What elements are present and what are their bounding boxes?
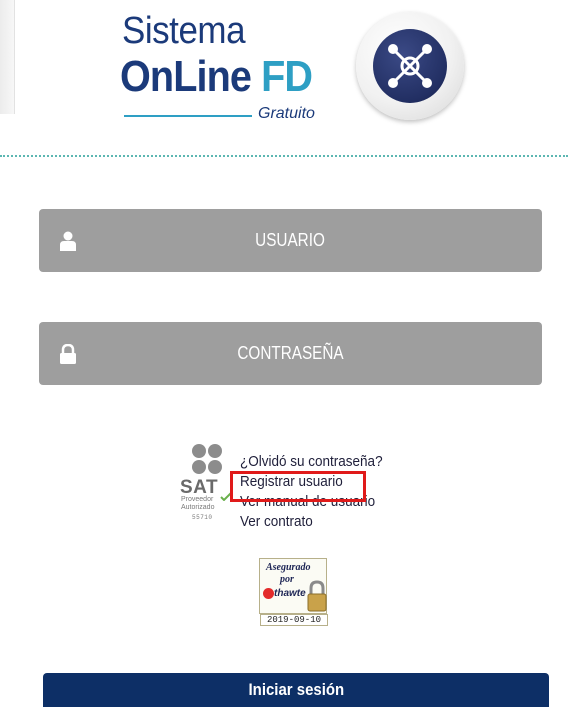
forgot-password-link[interactable]: ¿Olvidó su contraseña?: [240, 452, 383, 472]
seal-brand: thawte: [274, 588, 306, 599]
sat-dot: [192, 444, 206, 458]
sat-line1: Proveedor: [181, 496, 214, 503]
network-hub-icon: [356, 12, 464, 120]
sat-badge: SAT Proveedor Autorizado 55710: [178, 444, 238, 524]
left-edge-panel: [0, 0, 15, 114]
seal-line1: Asegurado: [266, 562, 311, 573]
thawte-logo-icon: [263, 588, 274, 599]
logo-title-line2: OnLine FD: [120, 52, 313, 102]
sat-line2: Autorizado: [181, 504, 215, 511]
sat-dot: [208, 444, 222, 458]
logo-online-text: OnLine: [120, 52, 252, 101]
app-logo: Sistema OnLine FD Gratuito: [118, 8, 478, 126]
thawte-seal[interactable]: Asegurado por thawte 2019-09-10: [259, 558, 331, 628]
padlock-icon: [307, 580, 327, 612]
logo-fd-text: FD: [261, 52, 313, 101]
sat-dot: [192, 460, 206, 474]
sat-number: 55710: [192, 514, 213, 521]
password-input[interactable]: CONTRASEÑA: [39, 322, 542, 385]
password-placeholder: CONTRASEÑA: [237, 343, 344, 363]
username-placeholder: USUARIO: [255, 230, 326, 250]
user-icon: [60, 231, 76, 251]
logo-subtitle: Gratuito: [258, 105, 315, 122]
seal-line2: por: [280, 574, 294, 585]
lock-icon: [60, 344, 76, 364]
dotted-divider: [0, 155, 568, 157]
contract-link[interactable]: Ver contrato: [240, 512, 383, 532]
login-button[interactable]: Iniciar sesión: [43, 673, 549, 707]
username-input[interactable]: USUARIO: [39, 209, 542, 272]
logo-rule: [124, 115, 252, 117]
logo-title-line1: Sistema: [122, 10, 246, 52]
seal-date: 2019-09-10: [260, 614, 328, 626]
sat-dot: [208, 460, 222, 474]
register-highlight-box: [230, 471, 366, 502]
login-button-label: Iniciar sesión: [248, 680, 344, 699]
